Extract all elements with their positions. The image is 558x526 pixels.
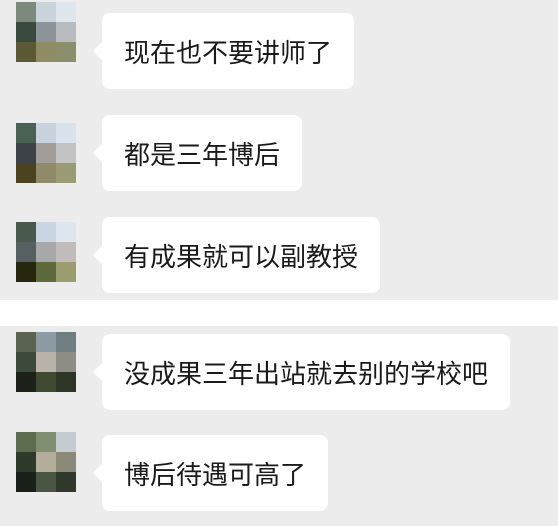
avatar-pixel [16, 472, 36, 492]
avatar-pixel [16, 432, 36, 452]
avatar-pixel [36, 42, 56, 62]
avatar-pixel [36, 432, 56, 452]
avatar-pixel [56, 262, 76, 282]
message-bubble[interactable]: 都是三年博后 [92, 115, 303, 191]
message-text: 有成果就可以副教授 [124, 242, 359, 273]
avatar-pixel [16, 143, 36, 163]
avatar-pixel [36, 222, 56, 242]
message-bubble[interactable]: 现在也不要讲师了 [92, 13, 355, 89]
avatar-pixel [56, 372, 76, 392]
avatar-pixel [56, 22, 76, 42]
avatar-pixel [36, 352, 56, 372]
avatar-pixel [56, 452, 76, 472]
avatar-pixel [16, 352, 36, 372]
avatar-pixel [56, 143, 76, 163]
avatar-pixel [16, 42, 36, 62]
avatar-pixel [36, 372, 56, 392]
avatar-pixel [36, 472, 56, 492]
avatar[interactable] [16, 332, 76, 392]
avatar-pixel [16, 123, 36, 143]
message-text: 博后待遇可高了 [124, 460, 307, 491]
avatar-pixel [36, 262, 56, 282]
message-bubble[interactable]: 博后待遇可高了 [92, 435, 329, 511]
avatar-pixel [36, 143, 56, 163]
avatar-pixel [16, 262, 36, 282]
avatar-pixel [36, 123, 56, 143]
avatar-pixel [36, 452, 56, 472]
message-text: 现在也不要讲师了 [124, 38, 333, 69]
avatar-pixel [36, 332, 56, 352]
avatar-pixel [56, 472, 76, 492]
avatar-pixel [16, 22, 36, 42]
avatar[interactable] [16, 123, 76, 183]
avatar-pixel [56, 42, 76, 62]
message-text: 没成果三年出站就去别的学校吧 [124, 359, 489, 390]
time-divider [0, 300, 558, 326]
avatar-pixel [16, 2, 36, 22]
avatar-pixel [36, 242, 56, 262]
avatar-pixel [56, 163, 76, 183]
avatar[interactable] [16, 222, 76, 282]
avatar-pixel [56, 332, 76, 352]
message-bubble[interactable]: 没成果三年出站就去别的学校吧 [92, 334, 511, 410]
avatar-pixel [36, 22, 56, 42]
avatar-pixel [16, 242, 36, 262]
avatar-pixel [16, 222, 36, 242]
avatar-pixel [36, 2, 56, 22]
message-bubble[interactable]: 有成果就可以副教授 [92, 217, 381, 293]
avatar-pixel [56, 352, 76, 372]
chat-window: 现在也不要讲师了 都是三年博后 有成果就可以副教授 没成果三年出站就去别的学校吧… [0, 0, 558, 526]
avatar-pixel [56, 222, 76, 242]
message-text: 都是三年博后 [124, 140, 281, 171]
avatar-pixel [16, 372, 36, 392]
avatar-pixel [56, 2, 76, 22]
avatar-pixel [56, 123, 76, 143]
avatar-pixel [16, 163, 36, 183]
avatar-pixel [16, 452, 36, 472]
avatar-pixel [56, 242, 76, 262]
avatar[interactable] [16, 2, 76, 62]
avatar-pixel [36, 163, 56, 183]
avatar[interactable] [16, 432, 76, 492]
avatar-pixel [56, 432, 76, 452]
avatar-pixel [16, 332, 36, 352]
